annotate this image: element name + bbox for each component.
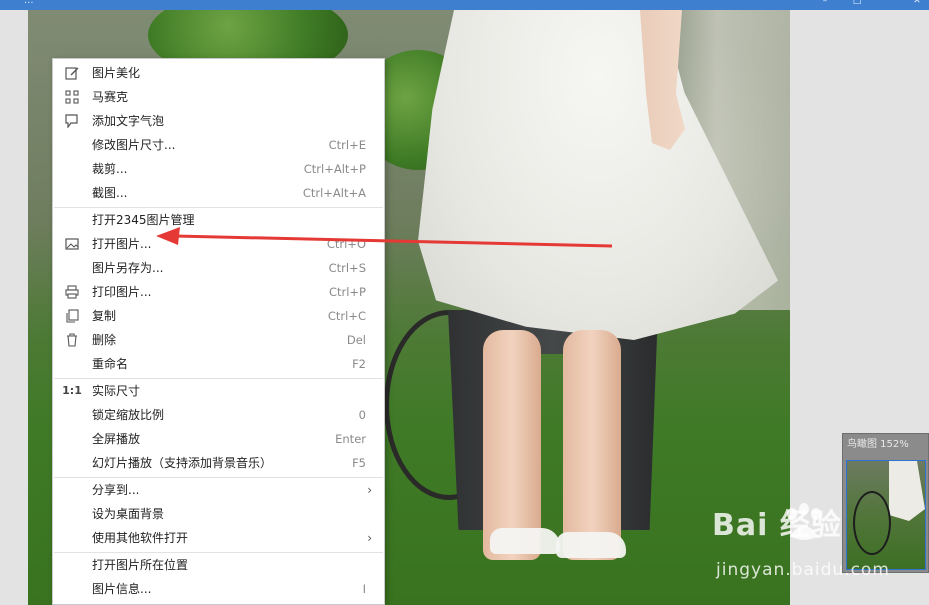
shoe-left [490,528,560,554]
menu-item-rename[interactable]: 重命名 F2 [53,352,384,376]
copy-icon [64,308,80,324]
menu-item-open-2345-manager[interactable]: 打开2345图片管理 [53,208,384,232]
menu-item-open-with[interactable]: 使用其他软件打开 › [53,526,384,550]
menu-item-open-location[interactable]: 打开图片所在位置 [53,553,384,577]
leg-right [563,330,621,560]
baidu-watermark: Bai 经验 jingyan.baidu.com [712,500,902,592]
menu-item-text-bubble[interactable]: 添加文字气泡 [53,109,384,133]
menu-item-fullscreen[interactable]: 全屏播放 Enter [53,427,384,451]
menu-item-open-image[interactable]: 打开图片... Ctrl+O [53,232,384,256]
menu-item-share[interactable]: 分享到... › [53,478,384,502]
leg-left [483,330,541,560]
printer-icon [64,284,80,300]
actual-size-icon: 1:1 [62,384,82,397]
text-bubble-icon [64,113,80,129]
navigator-title: 鸟瞰图 152% [847,439,909,450]
trash-icon [64,332,80,348]
image-icon [64,236,80,252]
menu-item-beautify[interactable]: 图片美化 [53,61,384,85]
shoe-right [556,532,626,558]
menu-item-crop[interactable]: 裁剪... Ctrl+Alt+P [53,157,384,181]
menu-item-mosaic[interactable]: 马赛克 [53,85,384,109]
maximize-button[interactable]: □ [852,0,862,6]
menu-item-actual-size[interactable]: 1:1 实际尺寸 [53,379,384,403]
chevron-right-icon: › [367,531,372,545]
menu-item-delete[interactable]: 删除 Del [53,328,384,352]
edit-pencil-icon [64,65,80,81]
chevron-right-icon: › [367,483,372,497]
window-title: ... [24,0,34,6]
menu-item-screenshot[interactable]: 截图... Ctrl+Alt+A [53,181,384,205]
trousers [448,310,658,530]
close-button[interactable]: ✕ [912,0,922,6]
menu-item-resize[interactable]: 修改图片尺寸... Ctrl+E [53,133,384,157]
menu-item-lock-zoom[interactable]: 锁定缩放比例 0 [53,403,384,427]
mosaic-icon [64,89,80,105]
menu-item-slideshow[interactable]: 幻灯片播放（支持添加背景音乐） F5 [53,451,384,475]
menu-item-image-info[interactable]: 图片信息... I [53,577,384,601]
paw-icon [787,503,821,540]
menu-item-set-wallpaper[interactable]: 设为桌面背景 [53,502,384,526]
menu-item-save-as[interactable]: 图片另存为... Ctrl+S [53,256,384,280]
menu-item-print[interactable]: 打印图片... Ctrl+P [53,280,384,304]
menu-item-copy[interactable]: 复制 Ctrl+C [53,304,384,328]
watermark-url: jingyan.baidu.com [716,560,890,580]
context-menu: 图片美化 马赛克 添加文字气泡 修改图片尺寸... Ctrl+E 裁剪... C… [52,58,385,605]
title-bar: ... – □ ✕ [0,0,929,10]
minimize-button[interactable]: – [820,0,830,6]
